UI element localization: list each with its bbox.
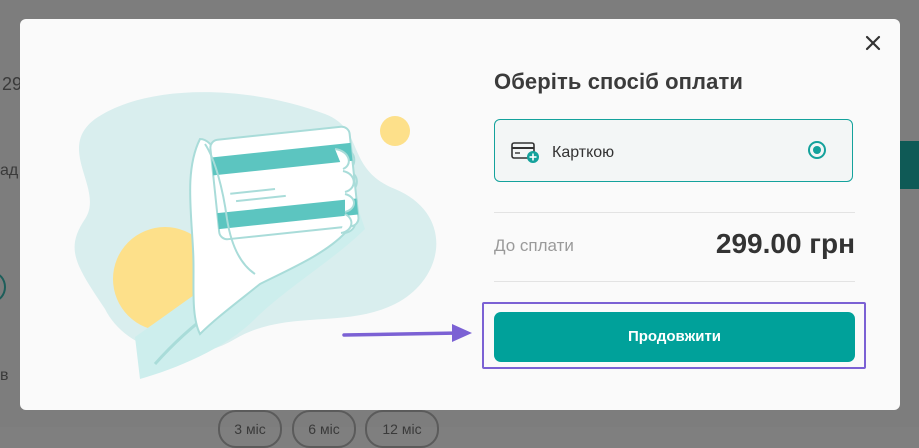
payment-option-label: Карткою — [552, 144, 615, 161]
bg-pill-6: 6 міс — [292, 410, 356, 448]
divider-top — [494, 212, 855, 213]
payment-modal: Оберіть спосіб оплати Карткою До сплати … — [20, 19, 900, 410]
arrow-pointer-icon — [342, 324, 472, 342]
payment-option-card[interactable]: Карткою — [494, 119, 853, 182]
divider-bottom — [494, 281, 855, 282]
bg-radio — [0, 272, 6, 302]
continue-button[interactable]: Продовжити — [494, 312, 855, 362]
close-button[interactable] — [862, 32, 884, 54]
total-label: До сплати — [494, 236, 574, 255]
bg-pill-12: 12 міс — [365, 410, 439, 448]
bg-pill-3: 3 міс — [218, 410, 282, 448]
close-icon — [865, 35, 881, 51]
bg-label-fragment-2: в — [0, 367, 9, 384]
modal-title: Оберіть спосіб оплати — [494, 69, 743, 94]
total-value: 299.00 грн — [715, 228, 855, 259]
bg-label-fragment: ад — [0, 162, 19, 179]
card-add-icon — [511, 142, 539, 163]
radio-selected-dot — [813, 146, 821, 154]
payment-option-radio[interactable] — [808, 141, 826, 159]
